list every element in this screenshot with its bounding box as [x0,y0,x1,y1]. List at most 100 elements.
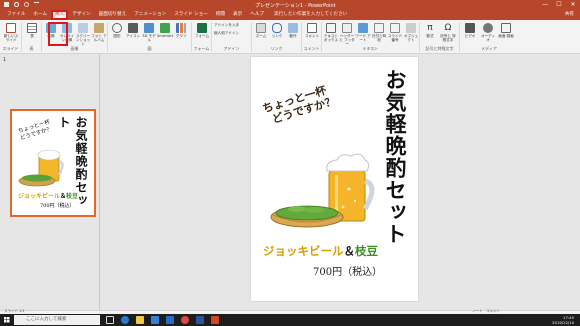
photo-album-button[interactable]: フォト アルバム [91,23,107,42]
group-comments: コメント コメント [302,22,322,52]
windows-logo-icon [4,317,10,323]
speaker-icon [483,23,493,33]
slide-title[interactable]: お気軽晩酌セット [380,69,410,245]
action-button[interactable]: 動作 [285,23,301,38]
screen-recording-icon [501,23,511,33]
windows-start-button[interactable] [0,314,14,326]
forms-button[interactable]: フォーム [194,23,210,38]
slide-tagline[interactable]: ちょっと一杯 どうですか？ [261,82,337,128]
tell-me-search[interactable]: 実行したい作業を入力してください [274,10,347,20]
wordart-icon [358,23,368,33]
object-icon [406,23,416,33]
word-icon[interactable] [196,316,204,324]
slide-thumbnail-1[interactable]: お気軽晩酌セット ちょっと一杯 どうですか？ ジョッキビール＆枝豆 700円（税… [10,109,96,217]
task-view-icon[interactable] [106,316,114,324]
date-time-button[interactable]: 日付と時刻 [371,23,387,42]
window-title: プレゼンテーション1 - PowerPoint [255,3,336,9]
chrome-icon[interactable] [181,316,189,324]
shapes-icon [112,23,122,33]
icons-icon [128,23,138,33]
shapes-button[interactable]: 図形 [109,23,125,38]
photo-album-icon [94,23,104,33]
window-controls: — ☐ ✕ [538,0,580,10]
new-slide-icon [6,23,16,33]
smartart-button[interactable]: SmartArt [157,23,173,38]
slide-price[interactable]: 700円（税込） [313,263,382,278]
taskbar-search-box[interactable]: ここに入力して検索 [14,315,100,325]
tab-insert[interactable]: 挿入 [51,10,69,20]
slide-number-button[interactable]: スライド番号 [387,23,403,42]
object-button[interactable]: オブジェクト [403,23,419,42]
slide-thumbnails-pane: 1 お気軽晩酌セット ちょっと一杯 どうですか？ ジョッキビール＆枝豆 700円… [0,54,100,314]
3d-models-button[interactable]: 3D モデル [141,23,157,42]
file-explorer-icon[interactable] [136,316,144,324]
mail-icon[interactable] [166,316,174,324]
video-button[interactable]: ビデオ [462,23,478,38]
forms-icon [197,23,207,33]
powerpoint-window: プレゼンテーション1 - PowerPoint — ☐ ✕ ファイル ホーム 挿… [0,0,580,326]
group-addins: アドインを入手 個人用アドイン アドイン [212,22,252,52]
close-button[interactable]: ✕ [566,0,580,10]
table-icon [27,23,37,33]
group-media: ビデオ オーディオ 画面 録画 メディア [460,22,518,52]
thumb-beer-edamame-illustration [18,149,64,187]
save-icon[interactable] [4,2,9,7]
store-icon[interactable] [151,316,159,324]
chart-button[interactable]: グラフ [173,23,189,38]
share-button[interactable]: 共有 [565,10,574,20]
new-slide-button[interactable]: 新しいスライド [3,23,19,42]
screen-recording-button[interactable]: 画面 録画 [498,23,514,38]
customize-qat-icon[interactable] [34,2,39,7]
thumb-product-edamame: 枝豆 [66,193,79,200]
header-footer-icon [342,23,352,33]
audio-button[interactable]: オーディオ [480,23,496,42]
slide-canvas[interactable]: お気軽晩酌セット ちょっと一杯 どうですか？ ジョッキビール＆枝豆 700円（税… [251,57,418,301]
wordart-button[interactable]: ワード アート [355,23,371,42]
zoom-icon [256,23,266,33]
link-button[interactable]: リンク [269,23,285,38]
text-box-button[interactable]: テキスト ボックス [323,23,339,42]
group-forms: フォーム フォーム [192,22,212,52]
tab-home[interactable]: ホーム [29,10,51,20]
tab-file[interactable]: ファイル [3,10,29,20]
screenshot-icon [78,23,88,33]
equation-button[interactable]: π 数式 [422,23,438,38]
redo-icon[interactable] [24,2,29,7]
omega-icon: Ω [444,23,452,33]
product-amp: ＆ [343,244,356,258]
undo-icon[interactable] [14,2,19,7]
ribbon-insert: 新しいスライド スライド 表 表 画像 オンライン画像 スクリーンショット フォ… [0,20,580,54]
tab-slideshow[interactable]: スライド ショー [170,10,212,20]
tab-view[interactable]: 表示 [229,10,246,20]
tab-transitions[interactable]: 画面切り替え [95,10,131,20]
edge-icon[interactable] [121,316,129,324]
tab-design[interactable]: デザイン [68,10,94,20]
taskbar-pinned-apps [106,316,219,324]
system-tray[interactable]: 17:45 2019/12/10 [552,315,574,325]
chart-icon [176,23,186,33]
action-icon [288,23,298,33]
group-illustrations: 図形 アイコン 3D モデル SmartArt グラフ 図 [108,22,192,52]
product-beer: ジョッキビール [263,244,344,258]
comment-button[interactable]: コメント [304,23,320,38]
smartart-icon [160,23,170,33]
video-icon [465,23,475,33]
minimize-button[interactable]: — [538,0,552,10]
header-footer-button[interactable]: ヘッダーと フッター [339,23,355,46]
get-addins-button[interactable]: アドインを入手 [214,23,250,27]
maximize-button[interactable]: ☐ [552,0,566,10]
zoom-button[interactable]: ズーム [253,23,269,38]
screenshot-button[interactable]: スクリーンショット [75,23,91,46]
table-button[interactable]: 表 [24,23,40,38]
icons-button[interactable]: アイコン [125,23,141,38]
slide-products[interactable]: ジョッキビール＆枝豆 [263,243,378,259]
symbol-button[interactable]: Ω 記号と 特殊文字 [440,23,456,42]
tab-animations[interactable]: アニメーション [130,10,170,20]
pi-icon: π [427,23,433,33]
comment-icon [307,23,317,33]
my-addins-button[interactable]: 個人用アドイン [214,31,250,35]
tab-review[interactable]: 校閲 [212,10,229,20]
group-slides: 新しいスライド スライド [0,22,22,52]
tab-help[interactable]: ヘルプ [246,10,268,20]
powerpoint-taskbar-icon[interactable] [211,316,219,324]
